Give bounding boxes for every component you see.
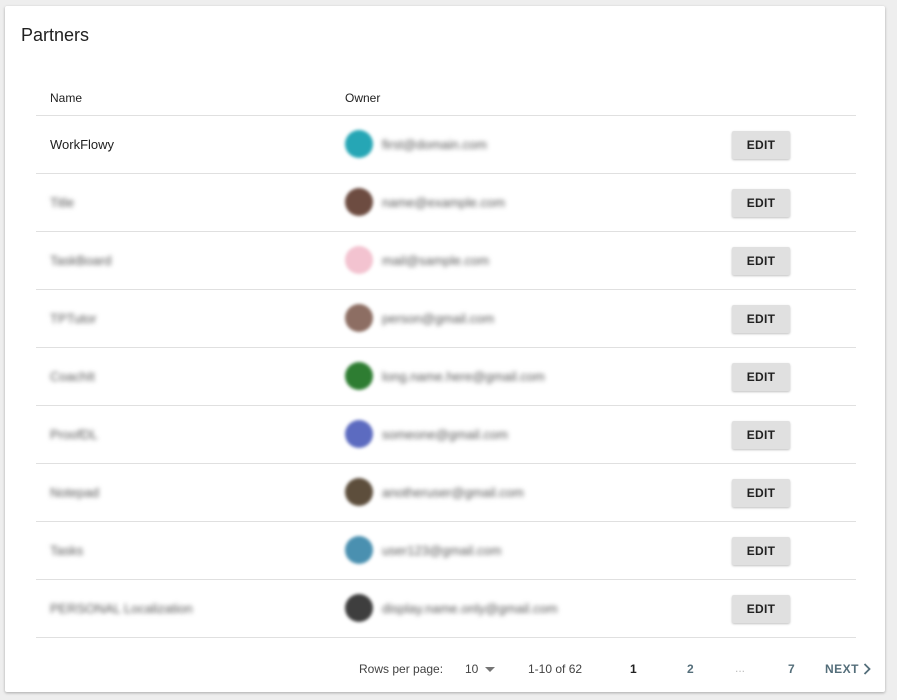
owner-email: name@example.com — [382, 195, 506, 210]
table-row: Notepad anotheruser@gmail.com EDIT — [36, 464, 856, 522]
table-row: Tasks user123@gmail.com EDIT — [36, 522, 856, 580]
table-body: WorkFlowy first@domain.com EDIT Title name@e… — [36, 116, 856, 638]
avatar — [345, 362, 373, 390]
next-page-button[interactable]: NEXT — [825, 662, 871, 676]
next-label: NEXT — [825, 662, 860, 676]
owner-email: person@gmail.com — [382, 311, 495, 326]
column-header-owner: Owner — [345, 91, 381, 105]
table-row: PERSONAL Localization display.name.only@g… — [36, 580, 856, 638]
edit-button[interactable]: EDIT — [732, 363, 790, 391]
rows-per-page-label: Rows per page: — [359, 662, 444, 676]
avatar — [345, 594, 373, 622]
owner-email: user123@gmail.com — [382, 543, 502, 558]
partner-name: ProofDL — [50, 427, 98, 442]
page-button-2[interactable]: 2 — [687, 662, 694, 676]
avatar — [345, 304, 373, 332]
owner-email: mail@sample.com — [382, 253, 490, 268]
edit-button[interactable]: EDIT — [732, 189, 790, 217]
edit-button[interactable]: EDIT — [732, 131, 790, 159]
partners-card: Partners Name Owner WorkFlowy first@domai… — [5, 6, 885, 692]
owner-email: anotheruser@gmail.com — [382, 485, 524, 500]
owner-email: long.name.here@gmail.com — [382, 369, 545, 384]
edit-button[interactable]: EDIT — [732, 537, 790, 565]
avatar — [345, 130, 373, 158]
chevron-right-icon — [863, 663, 871, 675]
table-header: Name Owner — [36, 80, 856, 116]
partner-name: WorkFlowy — [50, 137, 115, 152]
edit-button[interactable]: EDIT — [732, 305, 790, 333]
edit-button[interactable]: EDIT — [732, 479, 790, 507]
pagination-range: 1-10 of 62 — [528, 662, 583, 676]
caret-down-icon — [485, 666, 496, 672]
column-header-name: Name — [50, 91, 83, 105]
page-button-7[interactable]: 7 — [788, 662, 795, 676]
pagination-bar: Rows per page: 10 1-10 of 62 1 2 ... 7 N… — [5, 654, 885, 684]
table-row: WorkFlowy first@domain.com EDIT — [36, 116, 856, 174]
avatar — [345, 536, 373, 564]
avatar — [345, 246, 373, 274]
owner-email: display.name.only@gmail.com — [382, 601, 558, 616]
owner-email: first@domain.com — [382, 137, 487, 152]
edit-button[interactable]: EDIT — [732, 421, 790, 449]
table-row: TaskBoard mail@sample.com EDIT — [36, 232, 856, 290]
avatar — [345, 478, 373, 506]
avatar — [345, 188, 373, 216]
pagination-ellipsis: ... — [735, 661, 746, 675]
table-row: TPTutor person@gmail.com EDIT — [36, 290, 856, 348]
partner-name: PERSONAL Localization — [50, 601, 193, 616]
partner-name: TPTutor — [50, 311, 97, 326]
partner-name: TaskBoard — [50, 253, 112, 268]
partner-name: Notepad — [50, 485, 100, 500]
edit-button[interactable]: EDIT — [732, 595, 790, 623]
rows-per-page-select[interactable]: 10 — [465, 662, 496, 676]
partner-name: CoachIt — [50, 369, 95, 384]
partner-name: Tasks — [50, 543, 84, 558]
page-title: Partners — [21, 25, 90, 45]
rows-per-page-value: 10 — [465, 662, 479, 676]
table-row: CoachIt long.name.here@gmail.com EDIT — [36, 348, 856, 406]
page-button-1[interactable]: 1 — [630, 662, 637, 676]
table-row: Title name@example.com EDIT — [36, 174, 856, 232]
table-row: ProofDL someone@gmail.com EDIT — [36, 406, 856, 464]
partner-name: Title — [50, 195, 75, 210]
owner-email: someone@gmail.com — [382, 427, 508, 442]
avatar — [345, 420, 373, 448]
edit-button[interactable]: EDIT — [732, 247, 790, 275]
partners-table: Name Owner WorkFlowy first@domain.com EDIT… — [36, 80, 856, 638]
